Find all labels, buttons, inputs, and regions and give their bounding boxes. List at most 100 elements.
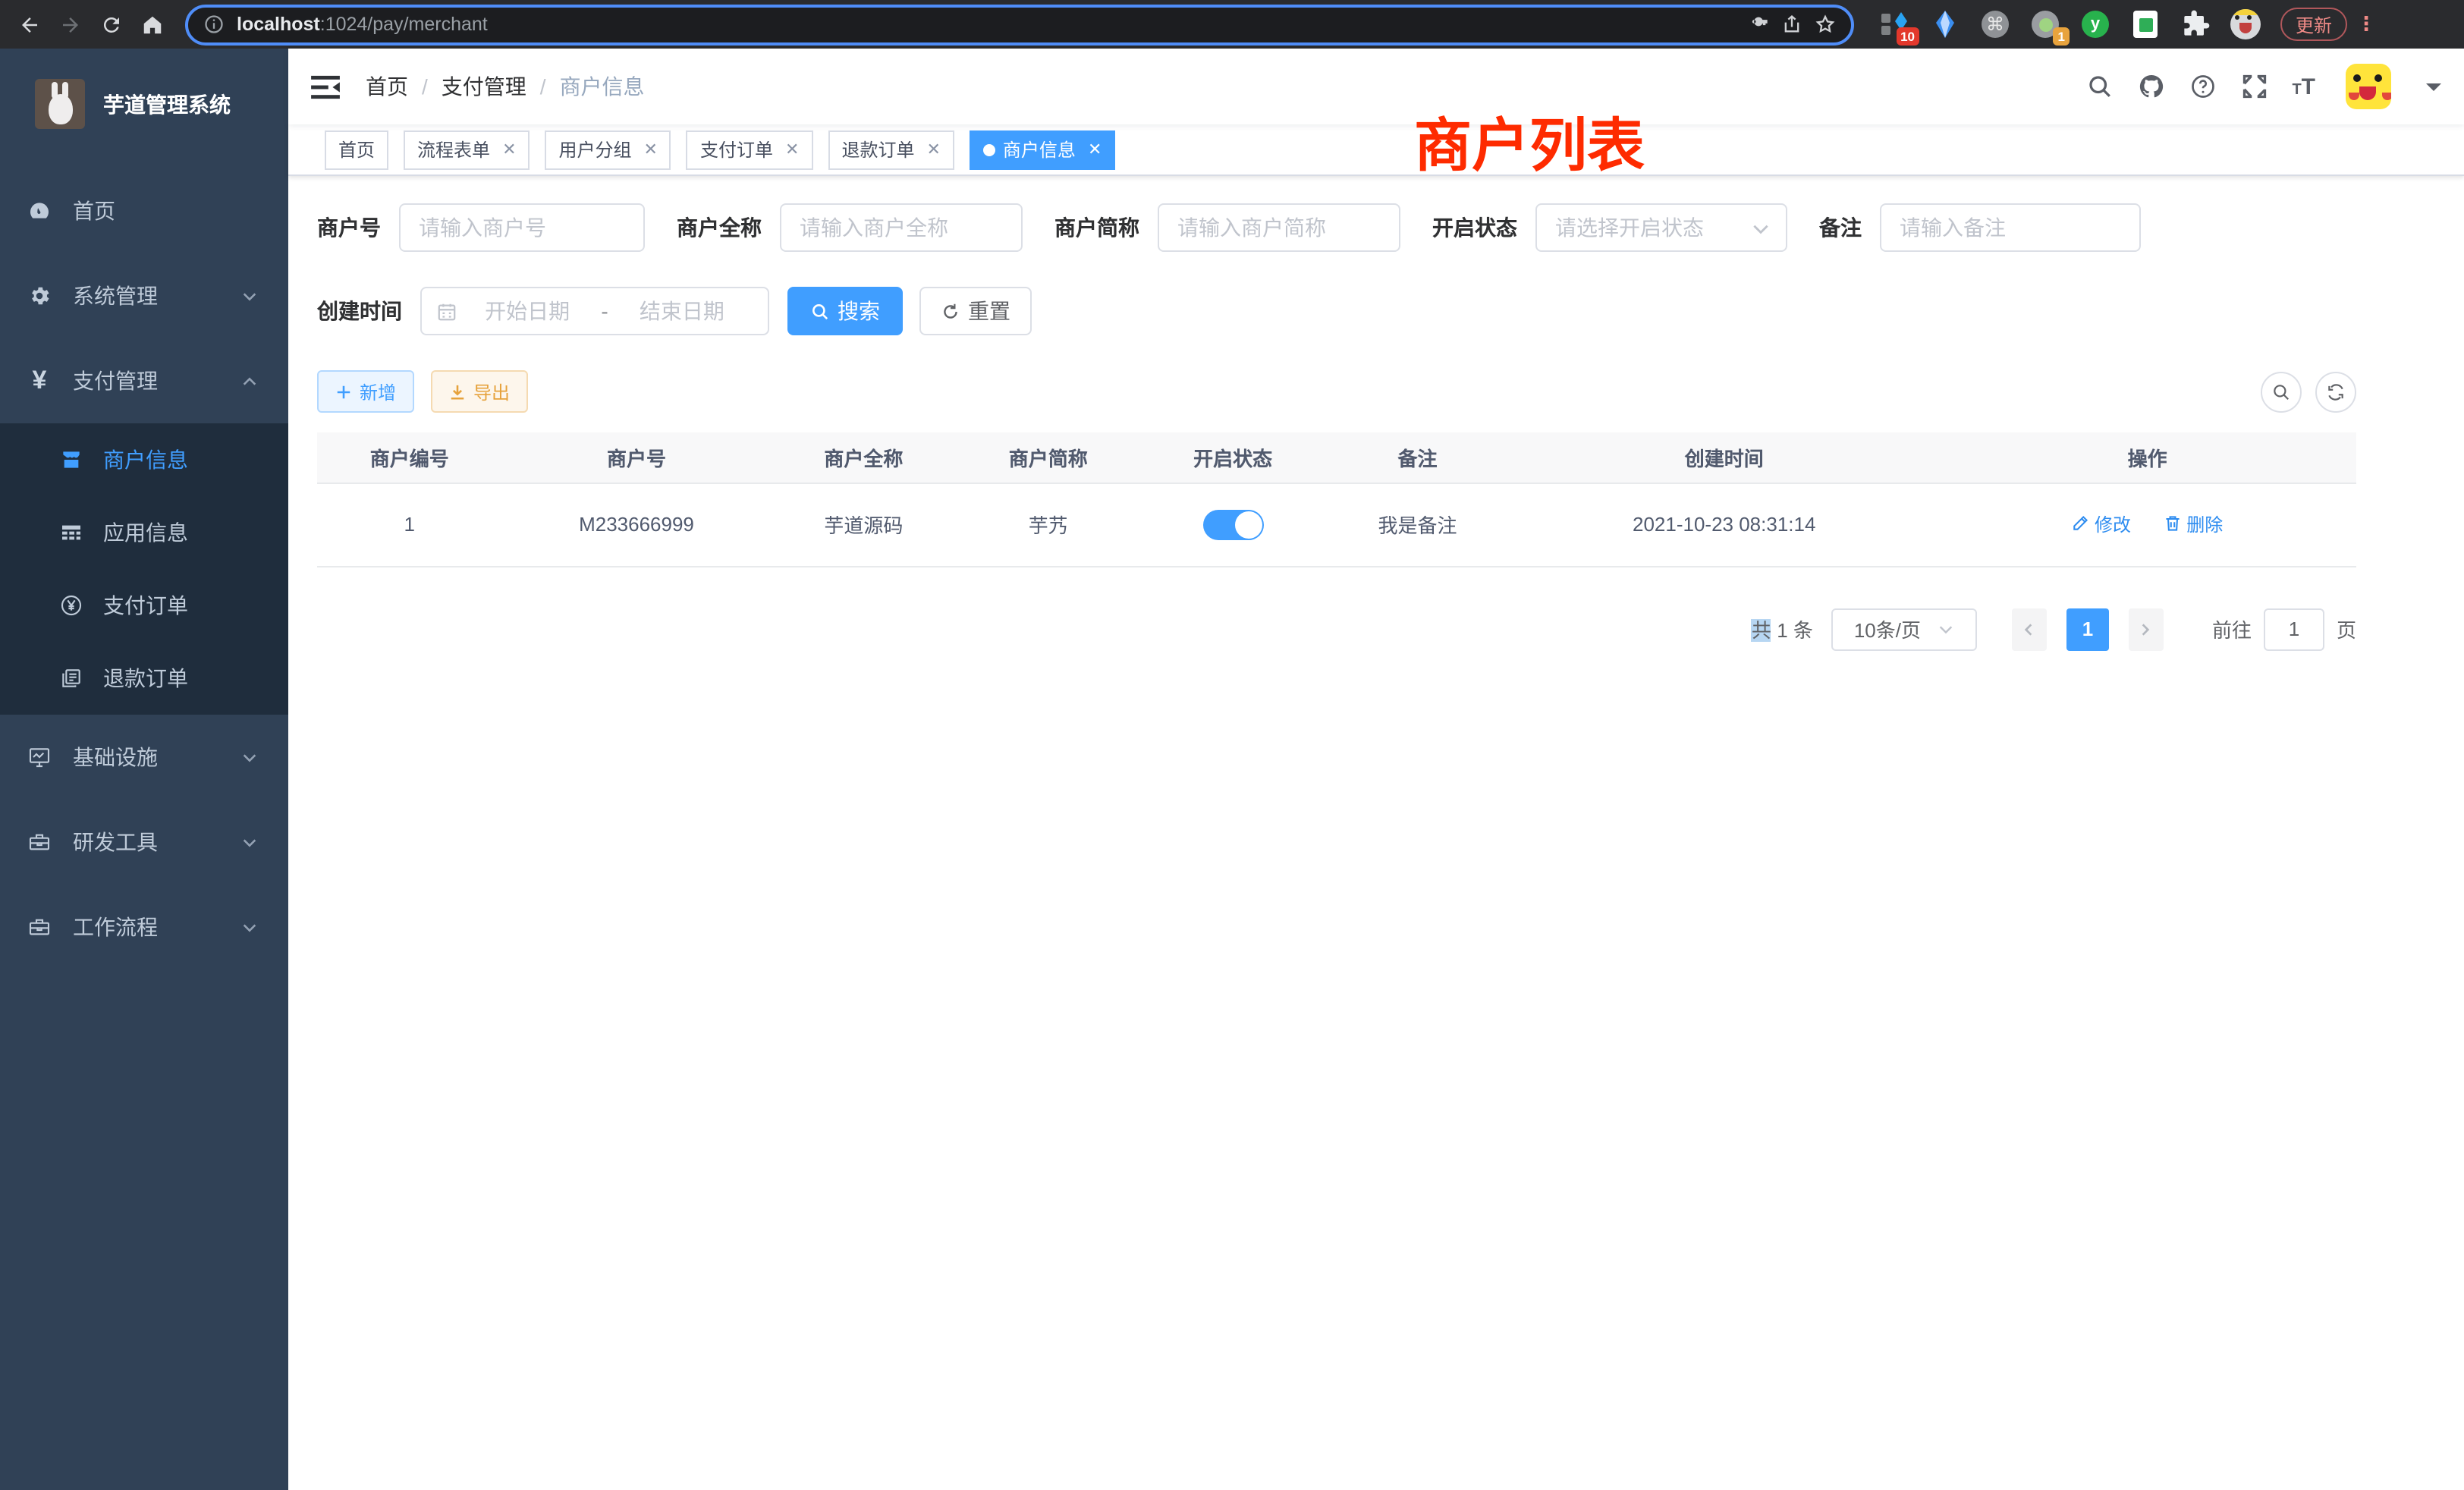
- pagination-total: 共 1 条: [1752, 615, 1813, 643]
- sidebar-item-dev-tools[interactable]: 研发工具: [0, 800, 288, 885]
- tags-view-bar: 首页 流程表单✕ 用户分组✕ 支付订单✕ 退款订单 ✕ 商户信息✕: [288, 124, 2464, 176]
- breadcrumb-home[interactable]: 首页: [366, 71, 408, 102]
- sidebar-item-home[interactable]: 首页: [0, 168, 288, 253]
- top-bar: 首页 / 支付管理 / 商户信息: [288, 49, 2464, 124]
- sidebar-item-system[interactable]: 系统管理: [0, 253, 288, 338]
- chevron-down-icon: [241, 288, 258, 304]
- col-created-at: 创建时间: [1510, 432, 1938, 483]
- tab-close-icon[interactable]: ✕: [785, 140, 799, 159]
- sidebar-item-label: 应用信息: [103, 517, 188, 548]
- sidebar: 芋道管理系统 首页 系统管理 ¥ 支付管理: [0, 49, 288, 1490]
- edit-label: 修改: [2095, 511, 2131, 537]
- browser-back-icon[interactable]: [9, 4, 50, 45]
- table-toolbar: 新增 导出: [317, 370, 2356, 413]
- extension-vue-devtools-icon[interactable]: 10: [1878, 8, 1912, 41]
- url-bar[interactable]: localhost:1024/pay/merchant: [185, 4, 1854, 45]
- font-size-icon[interactable]: TT: [2292, 74, 2315, 99]
- sidebar-item-pay[interactable]: ¥ 支付管理: [0, 338, 288, 423]
- browser-reload-icon[interactable]: [91, 4, 132, 45]
- help-question-icon[interactable]: [2189, 73, 2216, 100]
- browser-profile-avatar[interactable]: [2229, 8, 2262, 41]
- page-size-value: 10条/页: [1854, 615, 1921, 643]
- share-icon[interactable]: [1781, 14, 1802, 35]
- refresh-icon: [2326, 382, 2346, 401]
- pay-submenu: 商户信息 应用信息 支付订单: [0, 423, 288, 715]
- sidebar-fold-icon[interactable]: [311, 74, 340, 99]
- password-key-icon[interactable]: [1748, 14, 1769, 35]
- remark-input[interactable]: [1880, 203, 2141, 252]
- page-size-select[interactable]: 10条/页: [1831, 608, 1977, 650]
- search-icon[interactable]: [2085, 73, 2113, 100]
- tab-home[interactable]: 首页: [325, 130, 388, 169]
- sidebar-item-refund-order[interactable]: 退款订单: [0, 642, 288, 715]
- col-status: 开启状态: [1140, 432, 1325, 483]
- cell-remark: 我是备注: [1325, 483, 1510, 566]
- sidebar-item-pay-order[interactable]: 支付订单: [0, 569, 288, 642]
- delete-label: 删除: [2186, 511, 2223, 537]
- search-icon: [2271, 382, 2291, 401]
- breadcrumb-current: 商户信息: [560, 71, 645, 102]
- status-toggle-on[interactable]: [1202, 509, 1263, 539]
- export-button-label: 导出: [473, 379, 510, 404]
- status-select-placeholder: 请选择开启状态: [1555, 212, 1751, 243]
- user-avatar[interactable]: [2346, 64, 2391, 109]
- tab-merchant-info-active[interactable]: 商户信息✕: [970, 130, 1115, 169]
- extension-kite-icon[interactable]: [1928, 8, 1962, 41]
- avatar-caret-icon[interactable]: [2426, 83, 2441, 98]
- date-start-placeholder: 开始日期: [457, 296, 598, 326]
- tab-label: 退款订单: [841, 137, 914, 162]
- page-number-current[interactable]: 1: [2066, 608, 2109, 650]
- add-button[interactable]: 新增: [317, 370, 414, 413]
- tab-pay-order[interactable]: 支付订单✕: [687, 130, 812, 169]
- table-row: 1 M233666999 芋道源码 芋艿 我是备注 2021-10-23 08:…: [317, 483, 2356, 566]
- browser-forward-icon[interactable]: [50, 4, 91, 45]
- tab-close-icon[interactable]: ✕: [1088, 140, 1102, 159]
- created-time-label: 创建时间: [317, 296, 402, 326]
- sidebar-item-label: 工作流程: [73, 912, 158, 942]
- tab-close-icon[interactable]: ✕: [644, 140, 658, 159]
- tab-label: 首页: [338, 137, 375, 162]
- tab-close-icon[interactable]: ✕: [502, 140, 516, 159]
- breadcrumb-pay[interactable]: 支付管理: [442, 71, 526, 102]
- tab-close-icon[interactable]: ✕: [926, 140, 940, 159]
- sidebar-item-workflow[interactable]: 工作流程: [0, 885, 288, 970]
- github-icon[interactable]: [2137, 73, 2164, 100]
- sidebar-item-infra[interactable]: 基础设施: [0, 715, 288, 800]
- extensions-puzzle-icon[interactable]: [2179, 8, 2212, 41]
- sidebar-item-label: 基础设施: [73, 742, 158, 772]
- site-info-icon[interactable]: [203, 14, 225, 35]
- delete-link[interactable]: 删除: [2164, 511, 2223, 537]
- sidebar-item-app-info[interactable]: 应用信息: [0, 496, 288, 569]
- sidebar-item-merchant-info[interactable]: 商户信息: [0, 423, 288, 496]
- date-range-picker[interactable]: 开始日期 - 结束日期: [420, 287, 769, 335]
- export-button[interactable]: 导出: [431, 370, 528, 413]
- full-name-input[interactable]: [780, 203, 1023, 252]
- status-select[interactable]: 请选择开启状态: [1535, 203, 1787, 252]
- sidebar-item-label: 研发工具: [73, 827, 158, 857]
- extension-proxy-icon[interactable]: 1: [2029, 8, 2062, 41]
- prev-page-button[interactable]: [2012, 608, 2047, 650]
- extension-yudao-icon[interactable]: y: [2079, 8, 2112, 41]
- tab-user-group[interactable]: 用户分组✕: [545, 130, 671, 169]
- extension-notes-icon[interactable]: [2129, 8, 2162, 41]
- tab-process-form[interactable]: 流程表单✕: [404, 130, 530, 169]
- extension-command-icon[interactable]: ⌘: [1978, 8, 2012, 41]
- goto-page-input[interactable]: [2264, 608, 2324, 650]
- edit-link[interactable]: 修改: [2072, 511, 2131, 537]
- pagination: 共 1 条 10条/页 1 前往 页: [317, 608, 2356, 650]
- merchant-no-input[interactable]: [399, 203, 645, 252]
- briefcase-icon: [26, 915, 53, 939]
- browser-menu-icon[interactable]: ⋮: [2356, 12, 2376, 36]
- browser-update-button[interactable]: 更新: [2280, 8, 2347, 41]
- short-name-input[interactable]: [1158, 203, 1400, 252]
- reset-button[interactable]: 重置: [919, 287, 1032, 335]
- logo-rabbit-image: [35, 79, 85, 129]
- refresh-table-button[interactable]: [2315, 371, 2356, 412]
- next-page-button[interactable]: [2129, 608, 2164, 650]
- toggle-search-button[interactable]: [2261, 371, 2302, 412]
- search-button[interactable]: 搜索: [787, 287, 903, 335]
- tab-refund-order[interactable]: 退款订单 ✕: [828, 130, 954, 169]
- bookmark-star-icon[interactable]: [1815, 14, 1836, 35]
- browser-home-icon[interactable]: [132, 4, 173, 45]
- fullscreen-icon[interactable]: [2240, 73, 2268, 100]
